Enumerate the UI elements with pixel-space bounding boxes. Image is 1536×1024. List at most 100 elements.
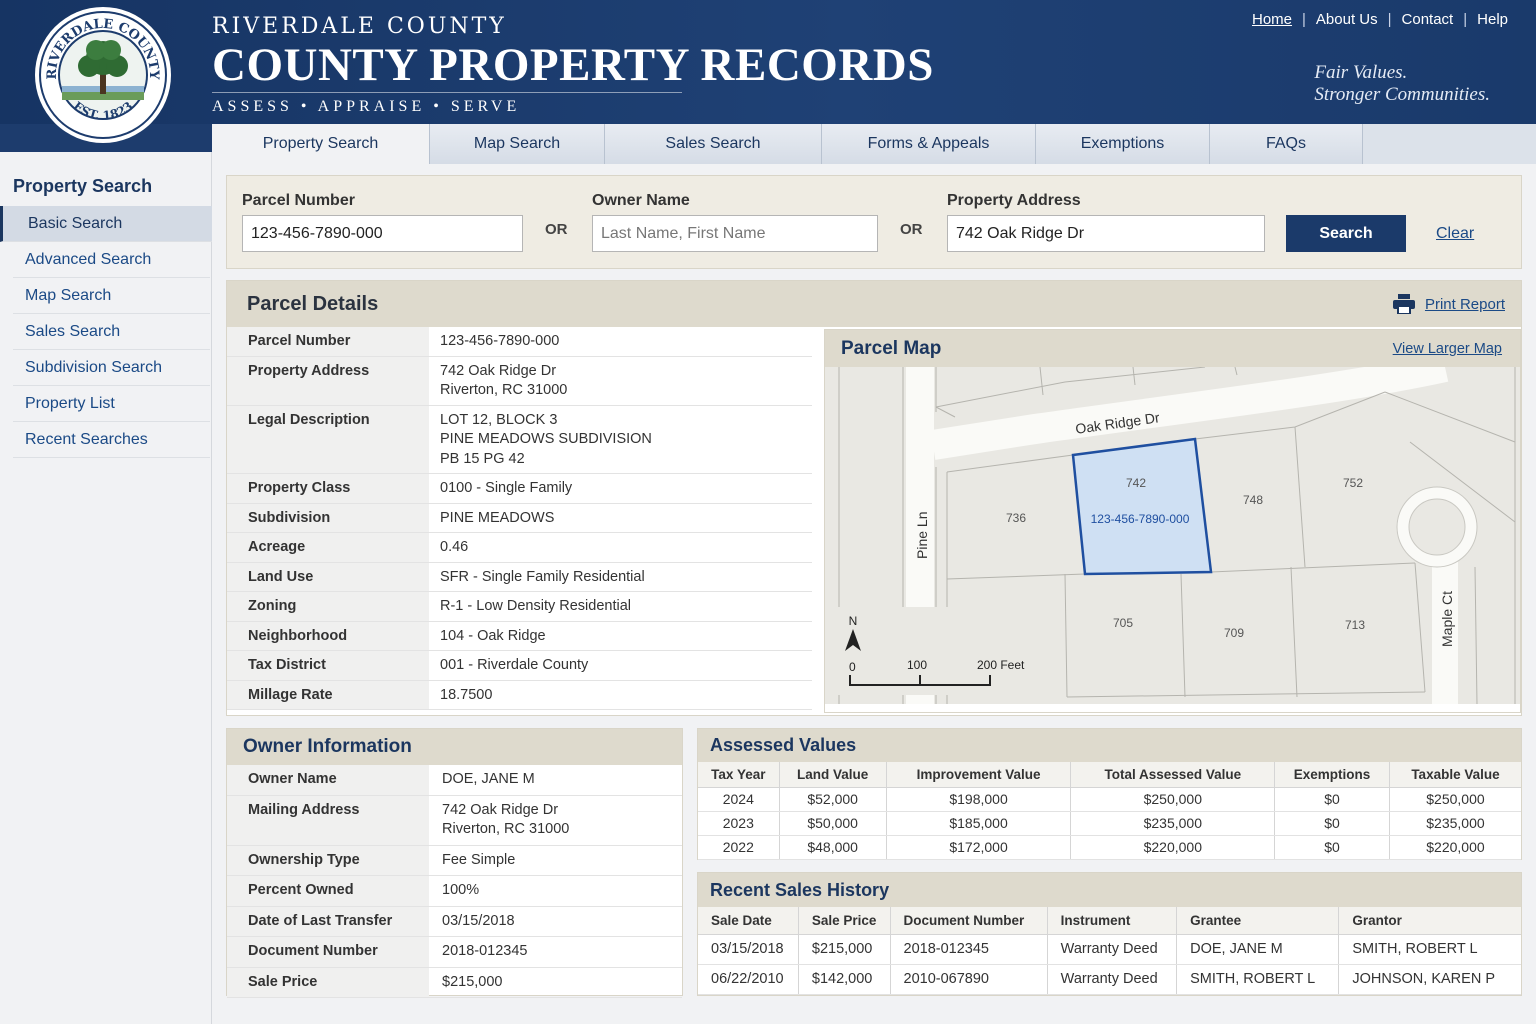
or-separator: OR: [900, 221, 923, 238]
table-row: Percent Owned 100%: [227, 875, 682, 907]
field-label: Date of Last Transfer: [227, 906, 429, 937]
owner-information-table: Owner Name DOE, JANE M Mailing Address 742 …: [227, 765, 682, 998]
print-report-link[interactable]: Print Report: [1392, 294, 1505, 314]
owner-name-input[interactable]: [592, 215, 878, 252]
table-row: Ownership Type Fee Simple: [227, 845, 682, 876]
tab-sales-search[interactable]: Sales Search: [605, 124, 822, 164]
parcel-details-panel: Parcel Details Print Report Parcel Numbe…: [226, 280, 1522, 716]
table-cell: DOE, JANE M: [1176, 934, 1340, 965]
table-cell: $52,000: [779, 787, 887, 812]
table-cell: $250,000: [1070, 787, 1276, 812]
field-label: Percent Owned: [227, 875, 429, 907]
tab-property-search[interactable]: Property Search: [212, 124, 430, 164]
column-header[interactable]: Taxable Value: [1389, 762, 1521, 788]
field-label: Acreage: [227, 532, 429, 563]
site-title: COUNTY PROPERTY RECORDS: [212, 39, 934, 91]
table-row: Tax District 001 - Riverdale County: [227, 650, 812, 681]
table-cell: $0: [1274, 787, 1390, 812]
field-value: 104 - Oak Ridge: [429, 621, 812, 651]
field-value-line: Fee Simple: [442, 851, 516, 868]
table-cell: JOHNSON, KAREN P: [1338, 964, 1521, 995]
tab-exemptions[interactable]: Exemptions: [1036, 124, 1210, 164]
field-value-line: 001 - Riverdale County: [440, 657, 589, 673]
table-cell: $235,000: [1070, 811, 1276, 836]
sales-history-panel: Recent Sales History Sale Date Sale Price…: [697, 872, 1522, 996]
parcel-details-header: Parcel Details Print Report: [227, 281, 1521, 327]
field-label: Sale Price: [227, 967, 429, 998]
table-cell: $250,000: [1389, 787, 1521, 812]
parcel-map[interactable]: Oak Ridge Dr Pine Ln Maple Ct 736 742 74…: [825, 367, 1520, 704]
sidebar-item-basic-search[interactable]: Basic Search: [0, 206, 212, 242]
brand-county: RIVERDALE COUNTY: [212, 14, 507, 39]
brand-divider: [212, 92, 682, 93]
county-seal-icon: RIVERDALE COUNTY EST. 1823: [35, 7, 171, 143]
selected-parcel[interactable]: [1071, 437, 1213, 576]
clear-link[interactable]: Clear: [1436, 225, 1474, 243]
search-button[interactable]: Search: [1286, 215, 1406, 252]
tab-forms-appeals[interactable]: Forms & Appeals: [822, 124, 1036, 164]
table-cell: $142,000: [798, 964, 891, 995]
field-value: 18.7500: [429, 680, 812, 710]
sidebar-item-advanced-search[interactable]: Advanced Search: [13, 242, 210, 278]
parcel-map-title: Parcel Map: [841, 338, 942, 359]
link-separator: |: [1302, 11, 1306, 28]
view-larger-map-link[interactable]: View Larger Map: [1393, 341, 1502, 357]
sidebar-item-property-list[interactable]: Property List: [13, 386, 210, 422]
column-header[interactable]: Instrument: [1047, 907, 1178, 935]
home-link[interactable]: Home: [1252, 11, 1292, 28]
table-cell: Warranty Deed: [1047, 934, 1178, 965]
scale-label: 200 Feet: [977, 658, 1025, 672]
motto-line-1: Fair Values.: [1314, 62, 1408, 83]
field-label: Owner Name: [227, 765, 429, 796]
field-value-line: 03/15/2018: [442, 912, 515, 929]
contact-link[interactable]: Contact: [1402, 11, 1454, 28]
table-cell: $220,000: [1389, 835, 1521, 860]
table-row: Legal Description LOT 12, BLOCK 3 PINE MEA…: [227, 405, 812, 474]
column-header[interactable]: Improvement Value: [886, 762, 1072, 788]
tab-faqs[interactable]: FAQs: [1210, 124, 1363, 164]
column-header[interactable]: Land Value: [779, 762, 887, 788]
property-address-input[interactable]: [947, 215, 1265, 252]
sidebar-item-subdivision-search[interactable]: Subdivision Search: [13, 350, 210, 386]
field-label: Ownership Type: [227, 845, 429, 876]
tab-map-search[interactable]: Map Search: [430, 124, 605, 164]
column-header[interactable]: Sale Date: [698, 907, 799, 935]
column-header[interactable]: Grantor: [1338, 907, 1521, 935]
field-value-line: 742 Oak Ridge Dr: [442, 801, 559, 818]
column-header[interactable]: Total Assessed Value: [1070, 762, 1276, 788]
lot-number: 748: [1243, 493, 1263, 507]
table-row: Document Number 2018-012345: [227, 936, 682, 968]
column-header[interactable]: Tax Year: [698, 762, 780, 788]
link-separator: |: [1387, 11, 1392, 28]
field-value-line: 104 - Oak Ridge: [440, 627, 546, 644]
table-row: Acreage 0.46: [227, 532, 812, 563]
field-value: 742 Oak Ridge Dr Riverton, RC 31000: [429, 356, 812, 406]
assessed-values-header: Assessed Values: [698, 729, 1521, 762]
field-value-line: SFR - Single Family Residential: [440, 568, 645, 585]
scale-label: 0: [849, 660, 856, 674]
table-cell: $48,000: [779, 835, 887, 860]
table-row: Property Address 742 Oak Ridge Dr Riverton…: [227, 356, 812, 406]
field-value: 100%: [429, 875, 682, 907]
about-us-link[interactable]: About Us: [1316, 11, 1378, 28]
field-value-line: $215,000: [442, 973, 503, 990]
field-value: 123-456-7890-000: [429, 327, 812, 357]
assessed-values-title: Assessed Values: [710, 735, 857, 755]
column-header[interactable]: Document Number: [890, 907, 1048, 935]
parcel-number-input[interactable]: [242, 215, 523, 252]
sidebar-item-sales-search[interactable]: Sales Search: [13, 314, 210, 350]
help-link[interactable]: Help: [1477, 11, 1508, 28]
sidebar-item-map-search[interactable]: Map Search: [13, 278, 210, 314]
column-header[interactable]: Exemptions: [1274, 762, 1390, 788]
table-cell: 2023: [698, 811, 780, 836]
owner-information-header: Owner Information: [227, 729, 682, 765]
main-nav: Property Search Map Search Sales Search …: [212, 124, 1536, 164]
field-value-line: 18.7500: [440, 686, 493, 703]
sidebar-title: Property Search: [13, 176, 153, 196]
sidebar-item-recent-searches[interactable]: Recent Searches: [13, 422, 210, 458]
column-header[interactable]: Sale Price: [798, 907, 891, 935]
field-value-line: DOE, JANE M: [442, 771, 535, 787]
north-label: N: [849, 614, 858, 628]
assessed-values-table: Tax Year Land Value Improvement Value Total…: [698, 762, 1521, 860]
column-header[interactable]: Grantee: [1176, 907, 1340, 935]
